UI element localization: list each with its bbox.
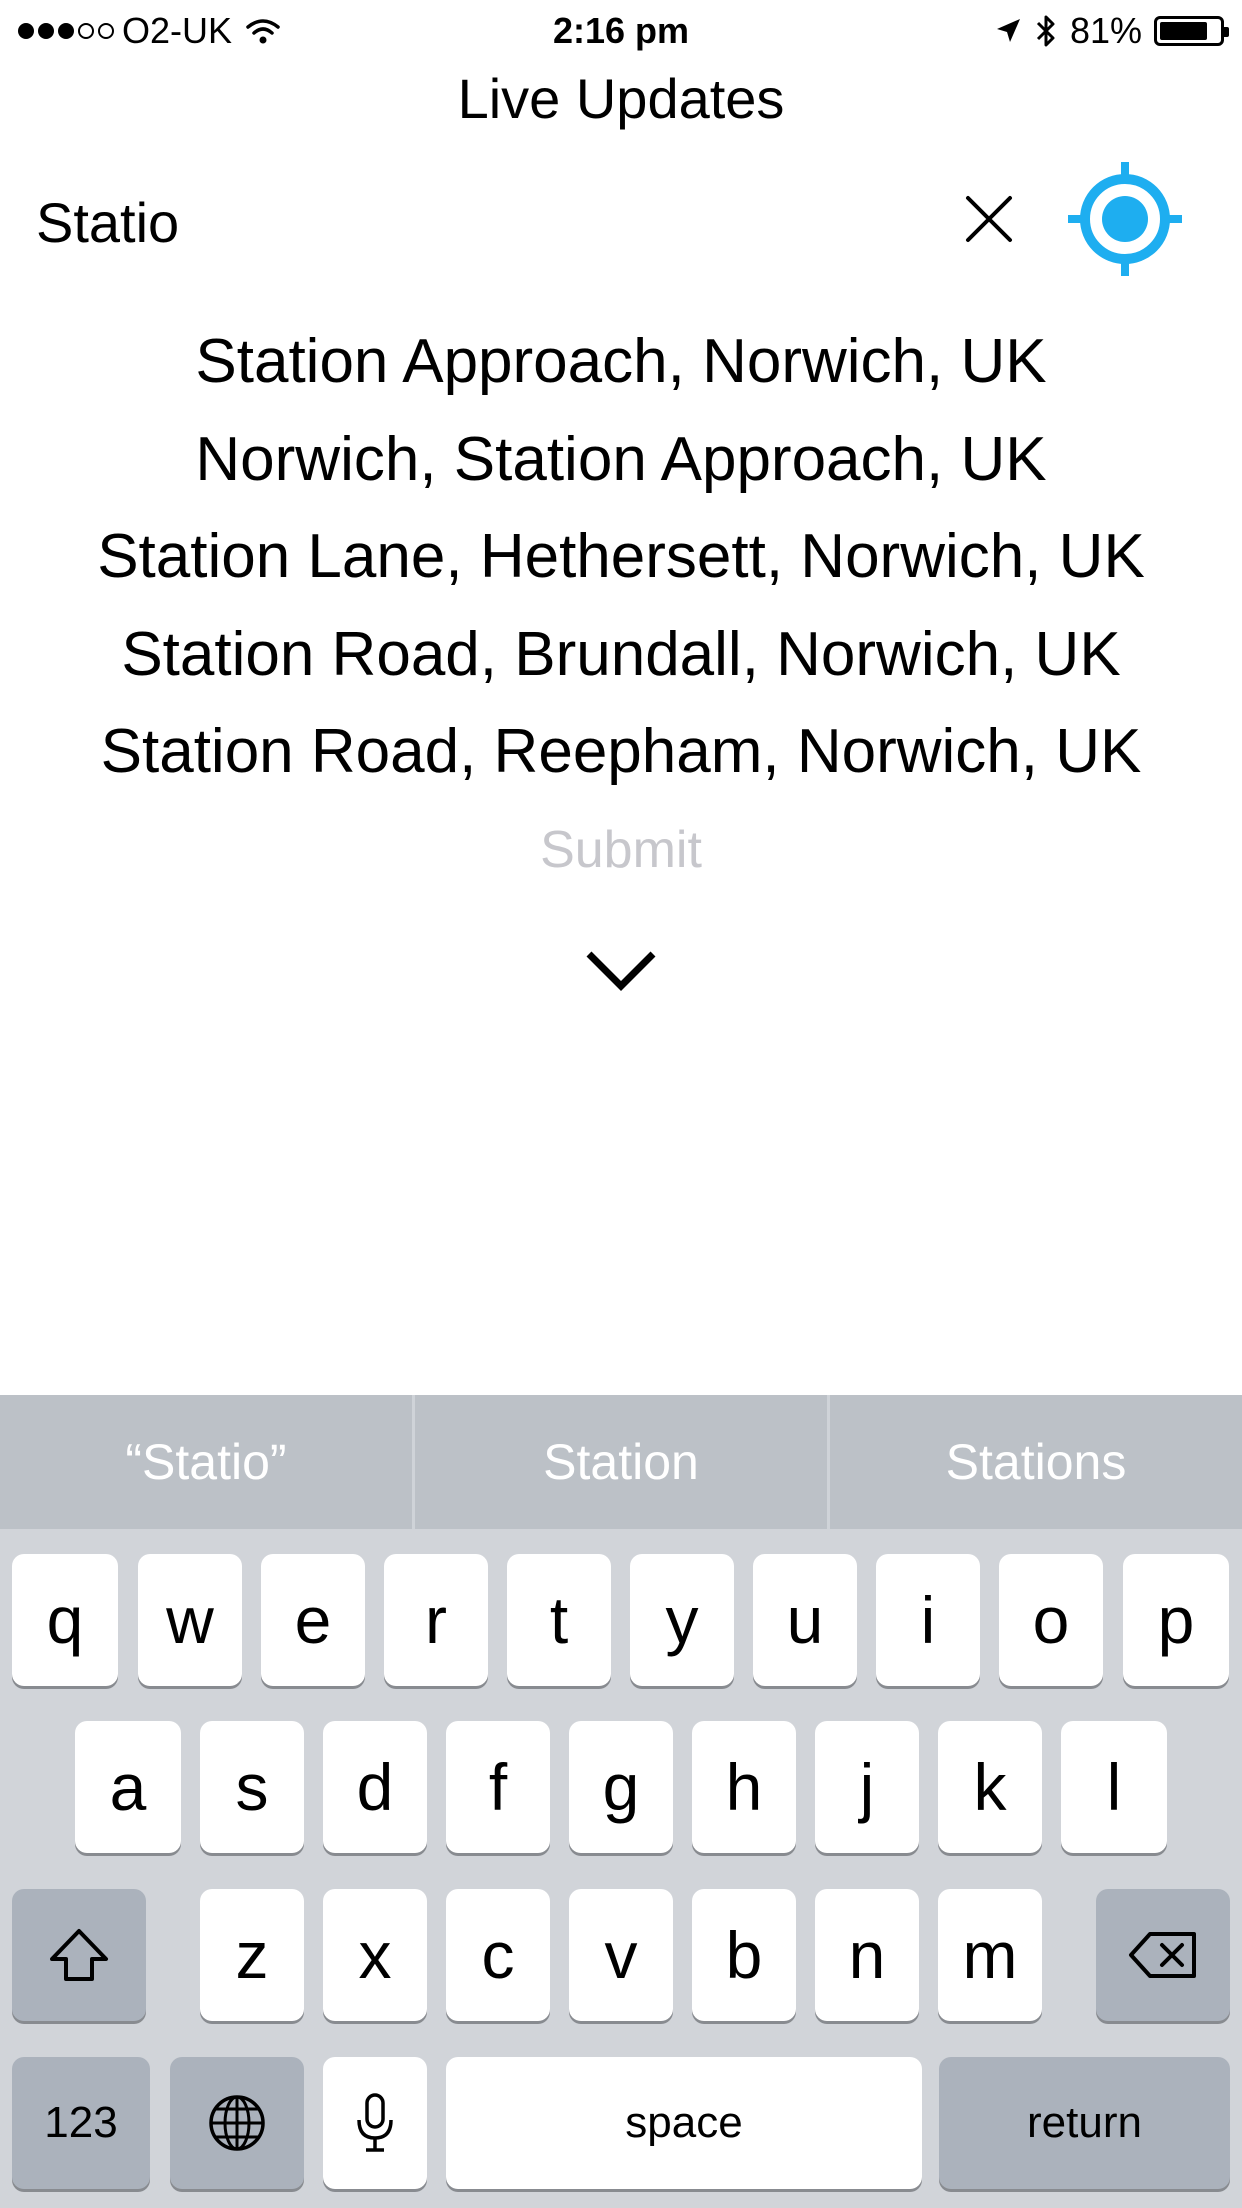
suggestion-item[interactable]: Norwich, Station Approach, UK (0, 411, 1242, 509)
key-m[interactable]: m (938, 1889, 1042, 2021)
key-l[interactable]: l (1061, 1721, 1167, 1853)
status-right: 81% (994, 10, 1229, 52)
battery-icon (1154, 16, 1229, 46)
key-f[interactable]: f (446, 1721, 550, 1853)
suggestion-item[interactable]: Station Road, Reepham, Norwich, UK (0, 703, 1242, 801)
key-z[interactable]: z (200, 1889, 304, 2021)
shift-icon (50, 1929, 108, 1981)
key-k[interactable]: k (938, 1721, 1042, 1853)
microphone-icon (357, 2093, 393, 2152)
suggestion-item[interactable]: Station Lane, Hethersett, Norwich, UK (0, 508, 1242, 606)
prediction-station[interactable]: Station (412, 1395, 827, 1529)
key-i[interactable]: i (876, 1554, 980, 1686)
suggestion-item[interactable]: Station Approach, Norwich, UK (0, 313, 1242, 411)
key-y[interactable]: y (630, 1554, 734, 1686)
delete-key[interactable] (1096, 1889, 1230, 2021)
key-u[interactable]: u (753, 1554, 857, 1686)
clear-icon[interactable] (962, 192, 1016, 246)
key-c[interactable]: c (446, 1889, 550, 2021)
suggestion-item[interactable]: Station Road, Brundall, Norwich, UK (0, 606, 1242, 704)
key-e[interactable]: e (261, 1554, 365, 1686)
numbers-key[interactable]: 123 (12, 2057, 150, 2189)
keyboard: “Statio” Station Stations q w e r t y u … (0, 1395, 1242, 2208)
predictive-bar: “Statio” Station Stations (0, 1395, 1242, 1529)
key-o[interactable]: o (999, 1554, 1103, 1686)
key-n[interactable]: n (815, 1889, 919, 2021)
globe-key[interactable] (170, 2057, 304, 2189)
return-key[interactable]: return (939, 2057, 1230, 2189)
key-d[interactable]: d (323, 1721, 427, 1853)
dictation-key[interactable] (323, 2057, 427, 2189)
page-title: Live Updates (457, 67, 785, 130)
key-v[interactable]: v (569, 1889, 673, 2021)
bluetooth-icon (1036, 15, 1055, 47)
status-bar: O2-UK 2:16 pm 81% (0, 0, 1242, 60)
globe-icon (209, 2095, 265, 2151)
key-t[interactable]: t (507, 1554, 611, 1686)
key-b[interactable]: b (692, 1889, 796, 2021)
key-s[interactable]: s (200, 1721, 304, 1853)
key-p[interactable]: p (1123, 1554, 1229, 1686)
battery-percentage: 81% (1069, 10, 1142, 51)
key-a[interactable]: a (75, 1721, 181, 1853)
chevron-down-icon[interactable] (585, 948, 657, 996)
backspace-icon (1129, 1932, 1196, 1978)
key-h[interactable]: h (692, 1721, 796, 1853)
space-key[interactable]: space (446, 2057, 922, 2189)
key-q[interactable]: q (12, 1554, 118, 1686)
battery-fill (1160, 22, 1207, 40)
submit-button[interactable]: Submit (0, 820, 1242, 880)
key-r[interactable]: r (384, 1554, 488, 1686)
shift-key[interactable] (12, 1889, 146, 2021)
key-x[interactable]: x (323, 1889, 427, 2021)
prediction-typed[interactable]: “Statio” (0, 1395, 412, 1529)
key-w[interactable]: w (138, 1554, 242, 1686)
prediction-stations[interactable]: Stations (827, 1395, 1242, 1529)
key-g[interactable]: g (569, 1721, 673, 1853)
current-location-icon[interactable] (1066, 160, 1184, 278)
key-j[interactable]: j (815, 1721, 919, 1853)
location-search-input[interactable] (36, 182, 916, 262)
location-arrow-icon (996, 19, 1020, 42)
suggestion-list: Station Approach, Norwich, UK Norwich, S… (0, 313, 1242, 801)
